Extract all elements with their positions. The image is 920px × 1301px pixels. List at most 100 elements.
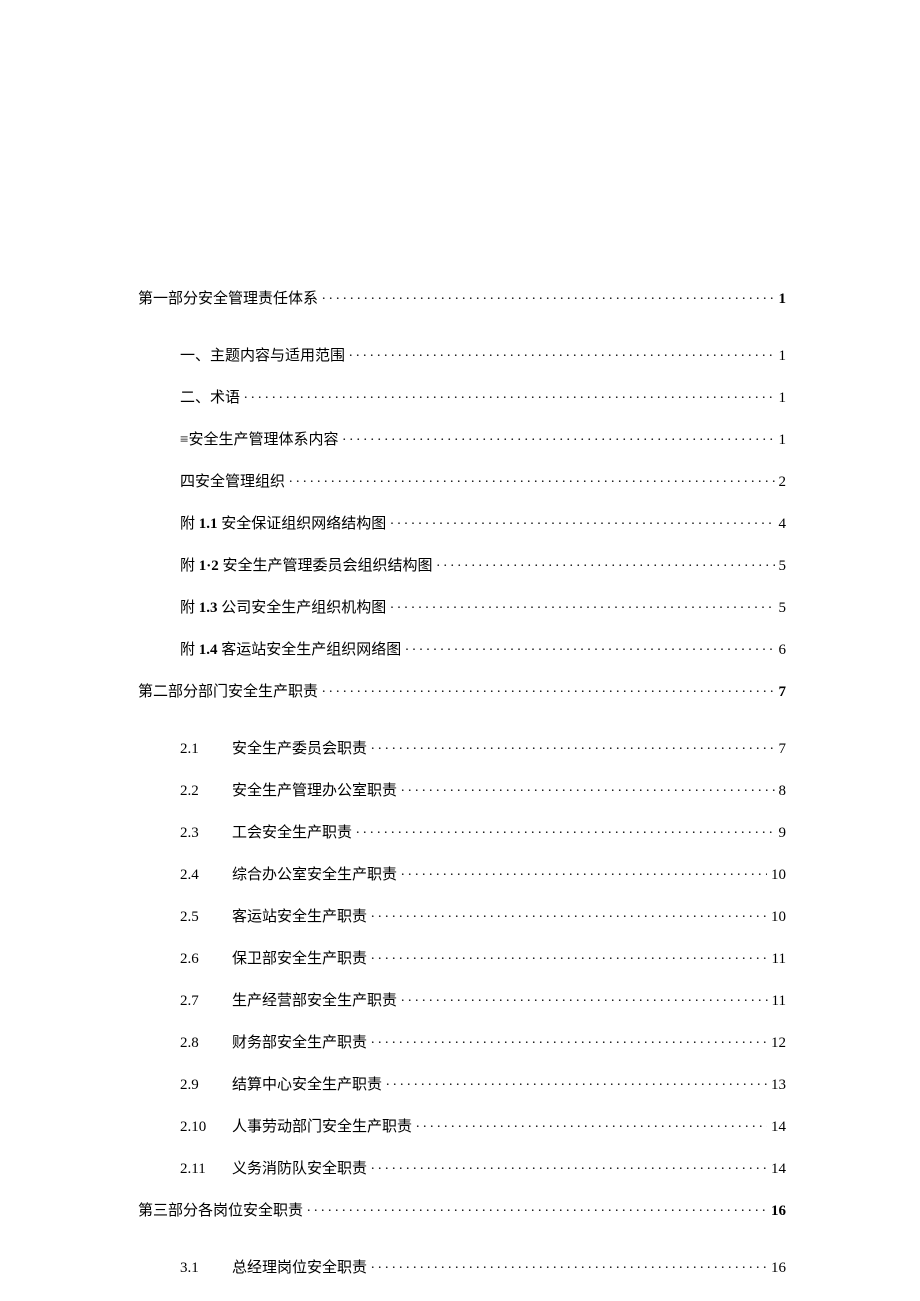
toc-entry: 2.1 安全生产委员会职责 7 xyxy=(180,738,786,757)
toc-entry-page: 8 xyxy=(779,784,787,799)
toc-leader-dots xyxy=(356,822,774,837)
toc-entry-label: 总经理岗位安全职责 xyxy=(232,1261,367,1276)
toc-entry-label: 保卫部安全生产职责 xyxy=(232,952,367,967)
toc-label-bold: 1.4 xyxy=(199,642,218,658)
toc-label-suffix: 客运站安全生产组织网络图 xyxy=(218,642,402,658)
toc-entry-label: 客运站安全生产职责 xyxy=(232,910,367,925)
toc-entry-number: 2.11 xyxy=(180,1162,218,1177)
toc-entry-label: 第一部分安全管理责任体系 xyxy=(138,292,318,307)
toc-entry-label: 工会安全生产职责 xyxy=(232,826,352,841)
toc-leader-dots xyxy=(405,639,774,654)
toc-leader-dots xyxy=(349,345,774,360)
toc-leader-dots xyxy=(390,597,774,612)
toc-entry-label: 结算中心安全生产职责 xyxy=(232,1078,382,1093)
toc-label-prefix: 附 xyxy=(180,558,199,574)
toc-entry: 3.1 总经理岗位安全职责 16 xyxy=(180,1257,786,1276)
toc-entry-label: 附 1.3 公司安全生产组织机构图 xyxy=(180,601,386,616)
toc-entry-page: 10 xyxy=(771,910,786,925)
toc-entry-page: 1 xyxy=(779,391,787,406)
toc-entry-label: 二、术语 xyxy=(180,391,240,406)
toc-entry-page: 5 xyxy=(779,559,787,574)
toc-label-suffix: 安全生产管理委员会组织结构图 xyxy=(219,558,433,574)
toc-entry: 2.5 客运站安全生产职责 10 xyxy=(180,906,786,925)
toc-entry: 第三部分各岗位安全职责 16 xyxy=(138,1200,786,1219)
toc-label-bold: 1.3 xyxy=(199,600,218,616)
toc-entry-label: 附 1.1 安全保证组织网络结构图 xyxy=(180,517,386,532)
toc-entry-number: 2.9 xyxy=(180,1078,218,1093)
toc-entry-number: 2.8 xyxy=(180,1036,218,1051)
toc-entry-label: 财务部安全生产职责 xyxy=(232,1036,367,1051)
toc-entry: 一、主题内容与适用范围 1 xyxy=(180,345,786,364)
toc-entry: 四安全管理组织 2 xyxy=(180,471,786,490)
toc-entry: ≡安全生产管理体系内容 1 xyxy=(180,429,786,448)
toc-entry-label: ≡安全生产管理体系内容 xyxy=(180,433,338,448)
toc-entry: 2.4 综合办公室安全生产职责 10 xyxy=(180,864,786,883)
toc-entry-page: 11 xyxy=(772,994,786,1009)
toc-entry-number: 2.1 xyxy=(180,742,218,757)
toc-entry-page: 7 xyxy=(779,685,787,700)
toc-entry-number: 2.6 xyxy=(180,952,218,967)
toc-leader-dots xyxy=(401,864,767,879)
toc-entry-label: 第二部分部门安全生产职责 xyxy=(138,685,318,700)
toc-entry-number: 2.3 xyxy=(180,826,218,841)
toc-leader-dots xyxy=(390,513,774,528)
toc-label-suffix: 安全保证组织网络结构图 xyxy=(218,516,387,532)
toc-entry-page: 10 xyxy=(771,868,786,883)
toc-entry-page: 14 xyxy=(771,1120,786,1135)
toc-entry-number: 3.1 xyxy=(180,1261,218,1276)
toc-leader-dots xyxy=(342,429,774,444)
toc-entry: 附 1.3 公司安全生产组织机构图5 xyxy=(180,597,786,616)
toc-entry-label: 义务消防队安全职责 xyxy=(232,1162,367,1177)
toc-leader-dots xyxy=(437,555,775,570)
toc-entry-page: 13 xyxy=(771,1078,786,1093)
toc-entry-label: 综合办公室安全生产职责 xyxy=(232,868,397,883)
toc-entry-page: 16 xyxy=(771,1261,786,1276)
toc-entry: 2.8财务部安全生产职责12 xyxy=(180,1032,786,1051)
toc-leader-dots xyxy=(307,1200,767,1215)
toc-leader-dots xyxy=(416,1116,767,1131)
toc-entry-page: 2 xyxy=(779,475,787,490)
toc-entry-page: 1 xyxy=(779,292,787,307)
toc-leader-dots xyxy=(289,471,774,486)
toc-label-suffix: 公司安全生产组织机构图 xyxy=(218,600,387,616)
toc-entry-label: 安全生产委员会职责 xyxy=(232,742,367,757)
toc-entry-page: 7 xyxy=(779,742,787,757)
toc-leader-dots xyxy=(322,288,774,303)
toc-entry: 第一部分安全管理责任体系 1 xyxy=(138,288,786,307)
toc-entry-label: 生产经营部安全生产职责 xyxy=(232,994,397,1009)
toc-entry-number: 2.2 xyxy=(180,784,218,799)
toc-entry-page: 1 xyxy=(779,433,787,448)
toc-entry-label: 四安全管理组织 xyxy=(180,475,285,490)
toc-entry-number: 2.4 xyxy=(180,868,218,883)
toc-label-prefix: 附 xyxy=(180,516,199,532)
toc-entry: 2.10人事劳动部门安全生产职责14 xyxy=(180,1116,786,1135)
toc-leader-dots xyxy=(244,387,774,402)
toc-entry-page: 4 xyxy=(779,517,787,532)
toc-entry-label: 附 1.4 客运站安全生产组织网络图 xyxy=(180,643,401,658)
toc-entry-label: 一、主题内容与适用范围 xyxy=(180,349,345,364)
toc-entry: 2.6 保卫部安全生产职责 11 xyxy=(180,948,786,967)
toc-entry-page: 9 xyxy=(779,826,787,841)
toc-leader-dots xyxy=(401,780,774,795)
toc-leader-dots xyxy=(322,681,774,696)
toc-entry-page: 1 xyxy=(779,349,787,364)
toc-entry: 2.7生产经营部安全生产职责11 xyxy=(180,990,786,1009)
toc-entry: 2.2 安全生产管理办公室职责 8 xyxy=(180,780,786,799)
toc-leader-dots xyxy=(371,1032,767,1047)
toc-leader-dots xyxy=(371,1257,767,1272)
toc-entry-label: 安全生产管理办公室职责 xyxy=(232,784,397,799)
toc-entry-number: 2.10 xyxy=(180,1120,218,1135)
toc-leader-dots xyxy=(371,738,774,753)
toc-entry-page: 16 xyxy=(771,1204,786,1219)
toc-leader-dots xyxy=(371,948,768,963)
toc-leader-dots xyxy=(386,1074,767,1089)
toc-entry-page: 11 xyxy=(772,952,786,967)
toc-entry-number: 2.5 xyxy=(180,910,218,925)
toc-entry: 附 1.1 安全保证组织网络结构图 4 xyxy=(180,513,786,532)
toc-entry-label: 附 1·2 安全生产管理委员会组织结构图 xyxy=(180,559,433,574)
toc-label-bold: 1·2 xyxy=(199,558,219,574)
table-of-contents: 第一部分安全管理责任体系1一、主题内容与适用范围1二、术语1≡安全生产管理体系内… xyxy=(138,288,786,1299)
toc-entry-label: 第三部分各岗位安全职责 xyxy=(138,1204,303,1219)
toc-label-prefix: 附 xyxy=(180,600,199,616)
toc-entry: 附 1.4 客运站安全生产组织网络图6 xyxy=(180,639,786,658)
